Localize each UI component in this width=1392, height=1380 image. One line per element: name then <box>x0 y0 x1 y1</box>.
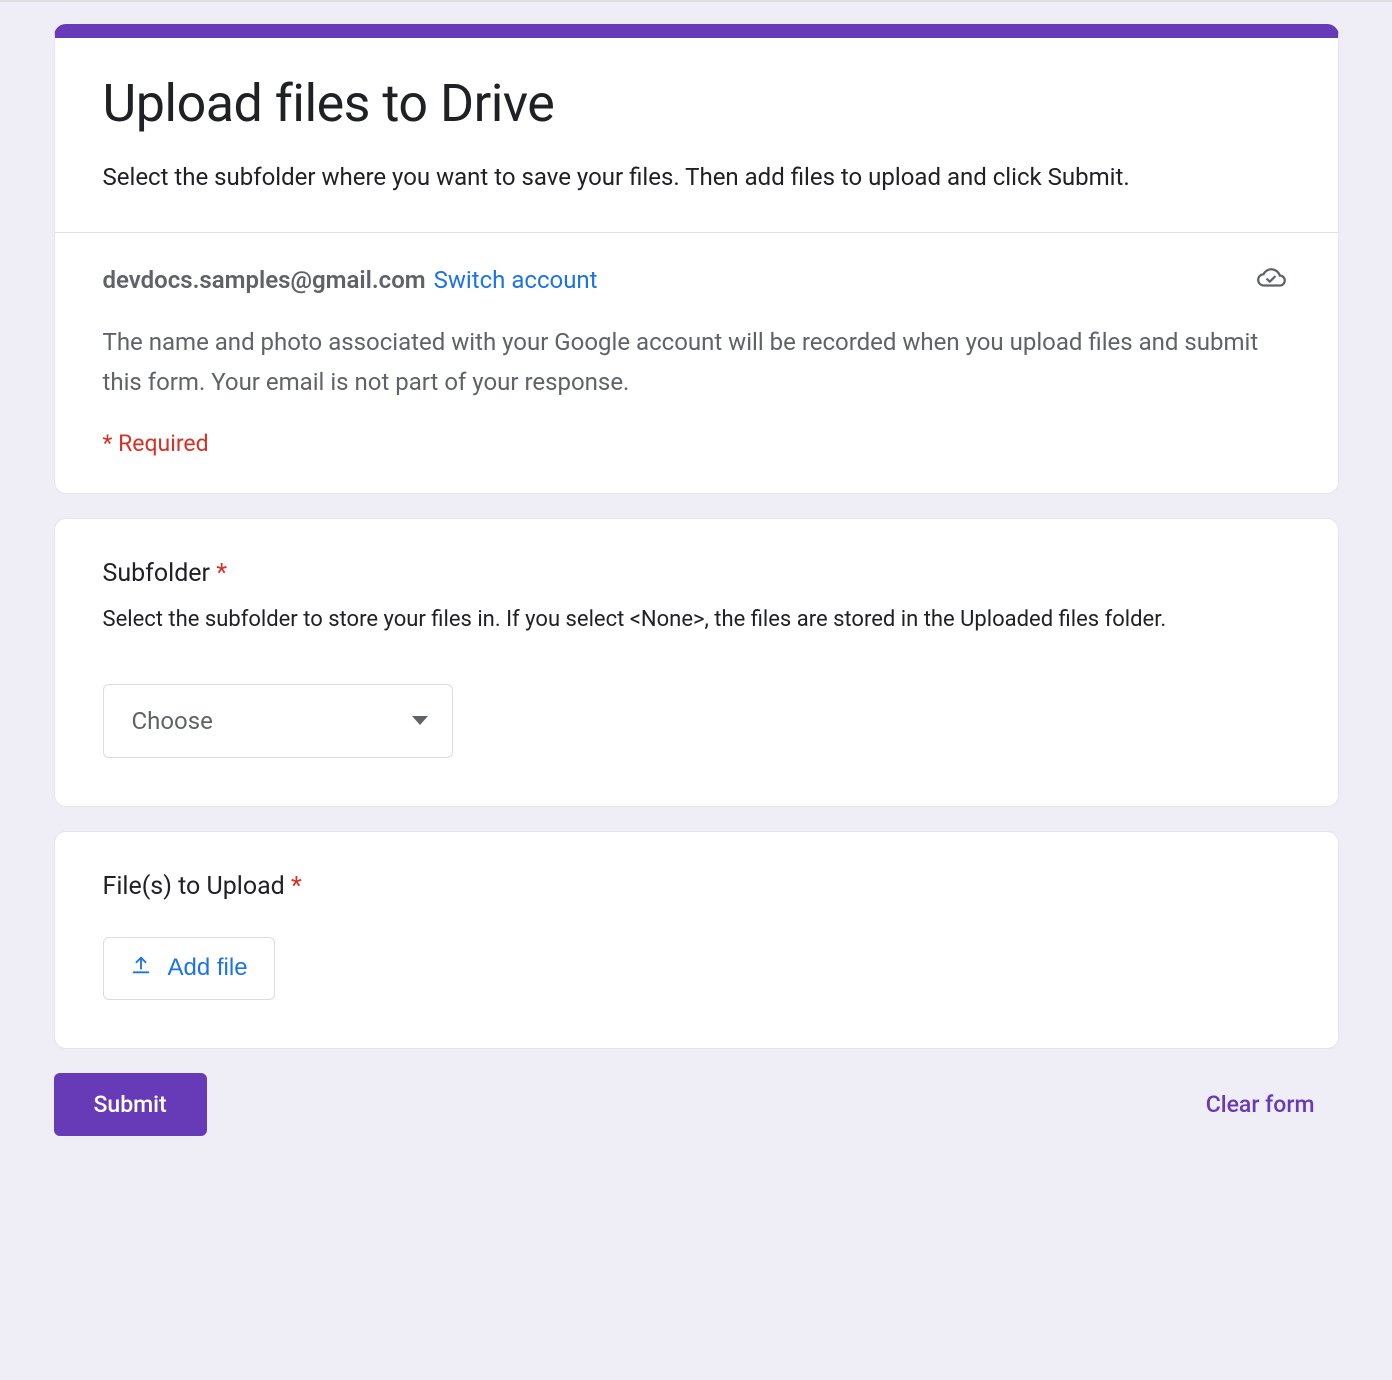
dropdown-placeholder: Choose <box>132 707 213 735</box>
account-section: devdocs.samples@gmail.com Switch account… <box>55 233 1338 493</box>
add-file-button[interactable]: Add file <box>103 937 275 1000</box>
form-description: Select the subfolder where you want to s… <box>103 158 1290 196</box>
switch-account-link[interactable]: Switch account <box>434 266 598 294</box>
upload-icon <box>130 954 152 983</box>
required-asterisk: * <box>291 872 302 901</box>
clear-form-link[interactable]: Clear form <box>1206 1091 1339 1118</box>
question-files-label: File(s) to Upload <box>103 872 285 901</box>
header-card: Upload files to Drive Select the subfold… <box>54 24 1339 494</box>
required-indicator: * Required <box>103 430 1290 457</box>
form-container: Upload files to Drive Select the subfold… <box>54 2 1339 1166</box>
question-card-files: File(s) to Upload * Add file <box>54 831 1339 1049</box>
question-subfolder-title: Subfolder * <box>103 559 1290 588</box>
question-subfolder-label: Subfolder <box>103 559 211 588</box>
required-asterisk: * <box>216 559 227 588</box>
account-row: devdocs.samples@gmail.com Switch account <box>103 263 1290 297</box>
question-subfolder-description: Select the subfolder to store your files… <box>103 602 1290 637</box>
subfolder-dropdown[interactable]: Choose <box>103 684 453 758</box>
question-files-title: File(s) to Upload * <box>103 872 1290 901</box>
add-file-label: Add file <box>168 954 248 982</box>
form-title: Upload files to Drive <box>103 74 1290 134</box>
header-inner: Upload files to Drive Select the subfold… <box>55 38 1338 232</box>
cloud-done-icon <box>1252 263 1290 297</box>
submit-button[interactable]: Submit <box>54 1073 207 1136</box>
form-footer: Submit Clear form <box>54 1073 1339 1166</box>
account-notice: The name and photo associated with your … <box>103 323 1290 402</box>
chevron-down-icon <box>412 716 428 725</box>
account-left: devdocs.samples@gmail.com Switch account <box>103 266 598 294</box>
account-email: devdocs.samples@gmail.com <box>103 266 426 294</box>
question-card-subfolder: Subfolder * Select the subfolder to stor… <box>54 518 1339 806</box>
